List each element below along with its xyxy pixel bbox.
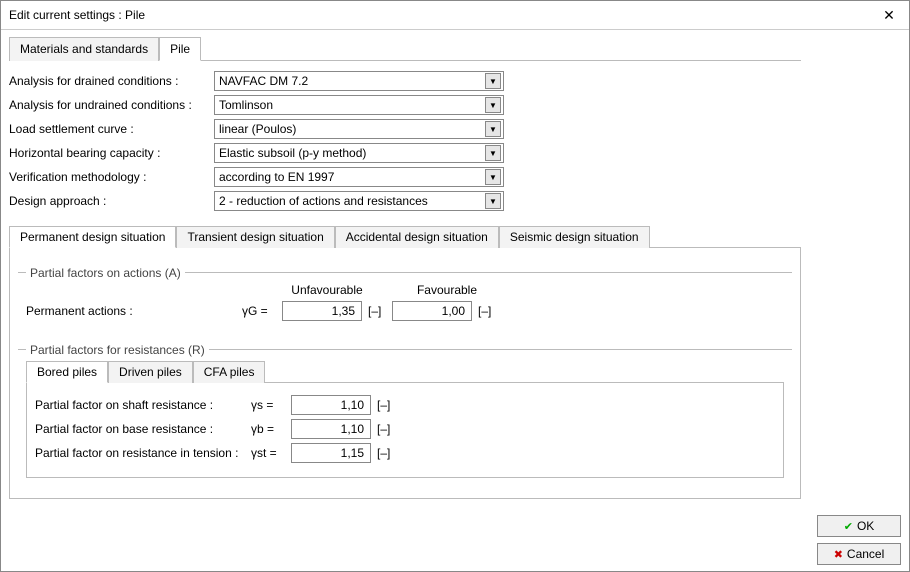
unit-gamma-g-fav: [–] xyxy=(472,304,502,318)
label-shaft-factor: Partial factor on shaft resistance : xyxy=(35,398,251,412)
input-gamma-g-fav[interactable] xyxy=(392,301,472,321)
symbol-gamma-b: γb = xyxy=(251,422,291,436)
header-unfavourable: Unfavourable xyxy=(282,283,372,297)
group-actions: Unfavourable Favourable Permanent action… xyxy=(18,272,792,331)
close-icon[interactable]: ✕ xyxy=(877,5,901,25)
content-panel: Materials and standards Pile Analysis fo… xyxy=(1,30,809,571)
header-favourable: Favourable xyxy=(402,283,492,297)
unit-gamma-b: [–] xyxy=(371,422,401,436)
chevron-down-icon: ▼ xyxy=(485,169,501,185)
top-tab-strip: Materials and standards Pile xyxy=(9,36,801,61)
design-situation-panel: Partial factors on actions (A) Unfavoura… xyxy=(9,248,801,499)
tab-pile[interactable]: Pile xyxy=(159,37,201,61)
label-permanent-actions: Permanent actions : xyxy=(26,304,242,318)
label-design-approach: Design approach : xyxy=(9,194,214,208)
x-icon: ✖ xyxy=(834,548,843,561)
select-design-approach-value: 2 - reduction of actions and resistances xyxy=(219,194,428,208)
footer-buttons: ✔ OK ✖ Cancel xyxy=(809,30,909,571)
chevron-down-icon: ▼ xyxy=(485,193,501,209)
select-analysis-undrained[interactable]: Tomlinson ▼ xyxy=(214,95,504,115)
chevron-down-icon: ▼ xyxy=(485,97,501,113)
label-verification: Verification methodology : xyxy=(9,170,214,184)
dialog-title: Edit current settings : Pile xyxy=(9,8,145,22)
pile-type-panel: Partial factor on shaft resistance : γs … xyxy=(26,383,784,478)
select-horizontal-bearing-value: Elastic subsoil (p-y method) xyxy=(219,146,366,160)
tab-bored-piles[interactable]: Bored piles xyxy=(26,361,108,383)
chevron-down-icon: ▼ xyxy=(485,73,501,89)
legend-actions: Partial factors on actions (A) xyxy=(26,266,185,280)
design-situation-tabs: Permanent design situation Transient des… xyxy=(9,225,801,248)
tab-driven-piles[interactable]: Driven piles xyxy=(108,361,193,383)
ok-button-label: OK xyxy=(857,519,874,533)
dialog: Edit current settings : Pile ✕ Materials… xyxy=(0,0,910,572)
label-base-factor: Partial factor on base resistance : xyxy=(35,422,251,436)
titlebar: Edit current settings : Pile ✕ xyxy=(1,1,909,30)
tab-cfa-piles[interactable]: CFA piles xyxy=(193,361,266,383)
select-load-settlement[interactable]: linear (Poulos) ▼ xyxy=(214,119,504,139)
check-icon: ✔ xyxy=(844,520,853,533)
tab-transient-situation[interactable]: Transient design situation xyxy=(176,226,334,248)
pile-type-tabs: Bored piles Driven piles CFA piles xyxy=(26,360,784,383)
label-tension-factor: Partial factor on resistance in tension … xyxy=(35,446,251,460)
tab-seismic-situation[interactable]: Seismic design situation xyxy=(499,226,650,248)
select-analysis-drained-value: NAVFAC DM 7.2 xyxy=(219,74,308,88)
legend-resistances: Partial factors for resistances (R) xyxy=(26,343,209,357)
tab-permanent-situation[interactable]: Permanent design situation xyxy=(9,226,176,248)
chevron-down-icon: ▼ xyxy=(485,145,501,161)
unit-gamma-g-unfav: [–] xyxy=(362,304,392,318)
select-analysis-undrained-value: Tomlinson xyxy=(219,98,273,112)
select-load-settlement-value: linear (Poulos) xyxy=(219,122,296,136)
input-gamma-s[interactable] xyxy=(291,395,371,415)
input-gamma-g-unfav[interactable] xyxy=(282,301,362,321)
label-load-settlement: Load settlement curve : xyxy=(9,122,214,136)
unit-gamma-st: [–] xyxy=(371,446,401,460)
symbol-gamma-g: γG = xyxy=(242,304,282,318)
tab-materials[interactable]: Materials and standards xyxy=(9,37,159,61)
unit-gamma-s: [–] xyxy=(371,398,401,412)
symbol-gamma-st: γst = xyxy=(251,446,291,460)
label-analysis-drained: Analysis for drained conditions : xyxy=(9,74,214,88)
select-analysis-drained[interactable]: NAVFAC DM 7.2 ▼ xyxy=(214,71,504,91)
cancel-button-label: Cancel xyxy=(847,547,884,561)
select-design-approach[interactable]: 2 - reduction of actions and resistances… xyxy=(214,191,504,211)
tab-accidental-situation[interactable]: Accidental design situation xyxy=(335,226,499,248)
input-gamma-st[interactable] xyxy=(291,443,371,463)
label-horizontal-bearing: Horizontal bearing capacity : xyxy=(9,146,214,160)
label-analysis-undrained: Analysis for undrained conditions : xyxy=(9,98,214,112)
ok-button[interactable]: ✔ OK xyxy=(817,515,901,537)
select-verification[interactable]: according to EN 1997 ▼ xyxy=(214,167,504,187)
chevron-down-icon: ▼ xyxy=(485,121,501,137)
select-horizontal-bearing[interactable]: Elastic subsoil (p-y method) ▼ xyxy=(214,143,504,163)
cancel-button[interactable]: ✖ Cancel xyxy=(817,543,901,565)
select-verification-value: according to EN 1997 xyxy=(219,170,334,184)
group-resistances: Bored piles Driven piles CFA piles Parti… xyxy=(18,349,792,484)
input-gamma-b[interactable] xyxy=(291,419,371,439)
symbol-gamma-s: γs = xyxy=(251,398,291,412)
